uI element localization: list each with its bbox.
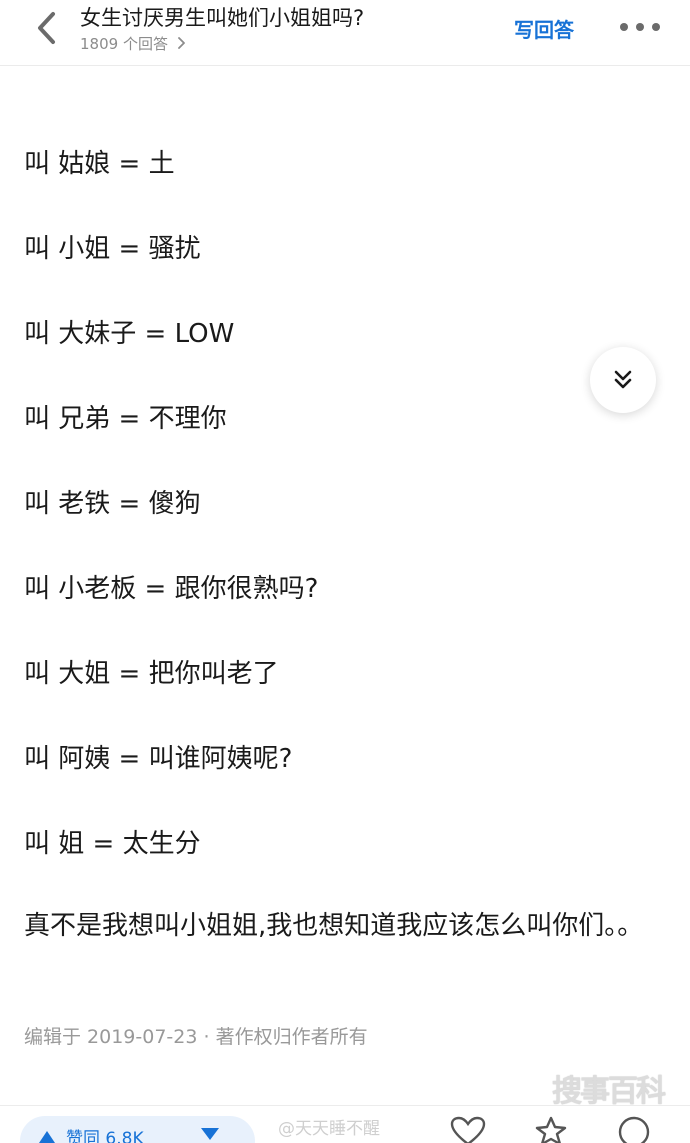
- answer-line: 叫 姑娘 = 土: [24, 149, 175, 179]
- favorite-button[interactable]: [533, 1116, 569, 1143]
- answer-line: 叫 老铁 = 傻狗: [24, 489, 201, 519]
- collapse-button[interactable]: [590, 347, 656, 413]
- bottom-action-bar: 赞同 6.8K @天天睡不醒: [0, 1105, 690, 1143]
- answer-line: 叫 小姐 = 骚扰: [24, 234, 201, 264]
- chevron-left-icon: [38, 12, 55, 44]
- star-icon: [535, 1116, 567, 1143]
- answer-line: 叫 小老板 = 跟你很熟吗?: [24, 574, 319, 604]
- weibo-watermark: @天天睡不醒: [278, 1119, 380, 1139]
- edit-meta: 编辑于 2019-07-23 · 著作权归作者所有: [24, 1026, 368, 1048]
- upvote-label: 赞同 6.8K: [66, 1129, 144, 1143]
- write-answer-button[interactable]: 写回答: [514, 14, 574, 43]
- downvote-button[interactable]: [200, 1126, 220, 1143]
- more-button[interactable]: [620, 12, 660, 42]
- more-dots-icon: [620, 23, 628, 31]
- answer-line: 叫 阿姨 = 叫谁阿姨呢?: [24, 744, 293, 774]
- answer-line: 叫 兄弟 = 不理你: [24, 404, 227, 434]
- thanks-button[interactable]: [450, 1116, 486, 1143]
- answer-lines: 叫 姑娘 = 土 叫 小姐 = 骚扰 叫 大妹子 = LOW 叫 兄弟 = 不理…: [24, 138, 664, 903]
- answer-page: 女生讨厌男生叫她们小姐姐吗? 1809 个回答 写回答 叫 姑娘 = 土 叫 小…: [0, 0, 690, 1143]
- answers-count: 1809 个回答: [80, 35, 168, 53]
- back-button[interactable]: [26, 8, 66, 48]
- double-chevron-down-icon: [614, 370, 632, 389]
- answer-line: 叫 姐 = 太生分: [24, 829, 201, 859]
- thumb-down-icon: [201, 1128, 219, 1140]
- comment-icon: [618, 1116, 650, 1143]
- answer-line: 叫 大妹子 = LOW: [24, 319, 235, 349]
- comment-button[interactable]: [616, 1116, 652, 1143]
- answers-count-link[interactable]: 1809 个回答: [80, 33, 185, 54]
- thumb-up-icon: [39, 1130, 55, 1143]
- vote-pill: 赞同 6.8K: [20, 1116, 255, 1143]
- heart-icon: [450, 1116, 486, 1143]
- question-title[interactable]: 女生讨厌男生叫她们小姐姐吗?: [80, 2, 364, 32]
- top-bar: 女生讨厌男生叫她们小姐姐吗? 1809 个回答 写回答: [0, 0, 690, 66]
- brand-watermark: 搜事百科: [552, 1074, 666, 1109]
- upvote-button[interactable]: 赞同 6.8K: [38, 1124, 144, 1143]
- answer-paragraph: 真不是我想叫小姐姐,我也想知道我应该怎么叫你们。。: [24, 911, 644, 941]
- chevron-right-icon: [177, 37, 185, 49]
- answer-line: 叫 大姐 = 把你叫老了: [24, 659, 279, 689]
